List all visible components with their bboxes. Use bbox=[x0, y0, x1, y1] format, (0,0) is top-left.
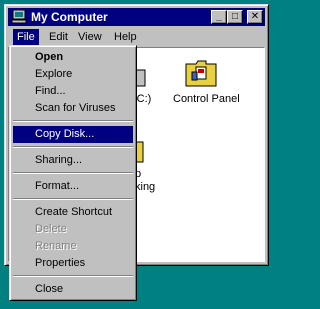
title-bar[interactable]: My Computer _ □ ✕ bbox=[8, 8, 265, 26]
file-menu: Open Explore Find... Scan for Viruses Co… bbox=[9, 45, 137, 301]
menu-help[interactable]: Help bbox=[110, 29, 141, 46]
menu-edit[interactable]: Edit bbox=[45, 29, 72, 46]
minimize-button[interactable]: _ bbox=[211, 10, 227, 24]
menu-separator bbox=[13, 198, 133, 200]
menu-item-create-shortcut[interactable]: Create Shortcut bbox=[13, 204, 133, 221]
menu-separator bbox=[13, 120, 133, 122]
menu-item-open[interactable]: Open bbox=[13, 49, 133, 66]
menu-item-close[interactable]: Close bbox=[13, 281, 133, 298]
menu-item-find[interactable]: Find... bbox=[13, 83, 133, 100]
menu-item-sharing[interactable]: Sharing... bbox=[13, 152, 133, 169]
menu-file[interactable]: File bbox=[13, 29, 39, 46]
control-panel-icon[interactable] bbox=[184, 58, 218, 88]
maximize-button[interactable]: □ bbox=[227, 10, 243, 24]
window-title: My Computer bbox=[31, 10, 108, 24]
menu-item-copy-disk[interactable]: Copy Disk... bbox=[13, 126, 133, 143]
menu-view[interactable]: View bbox=[74, 29, 106, 46]
menu-item-format[interactable]: Format... bbox=[13, 178, 133, 195]
menu-item-properties[interactable]: Properties bbox=[13, 255, 133, 272]
dial-up-label-line2[interactable]: king bbox=[135, 181, 155, 194]
close-button[interactable]: ✕ bbox=[247, 10, 263, 24]
control-panel-label[interactable]: Control Panel bbox=[173, 93, 240, 106]
menu-separator bbox=[13, 146, 133, 148]
menu-item-explore[interactable]: Explore bbox=[13, 66, 133, 83]
menu-separator bbox=[13, 172, 133, 174]
menu-separator bbox=[13, 275, 133, 277]
computer-icon bbox=[11, 10, 27, 24]
menu-item-scan-for-viruses[interactable]: Scan for Viruses bbox=[13, 100, 133, 117]
menu-item-delete: Delete bbox=[35, 223, 67, 235]
menu-item-rename: Rename bbox=[35, 240, 77, 252]
